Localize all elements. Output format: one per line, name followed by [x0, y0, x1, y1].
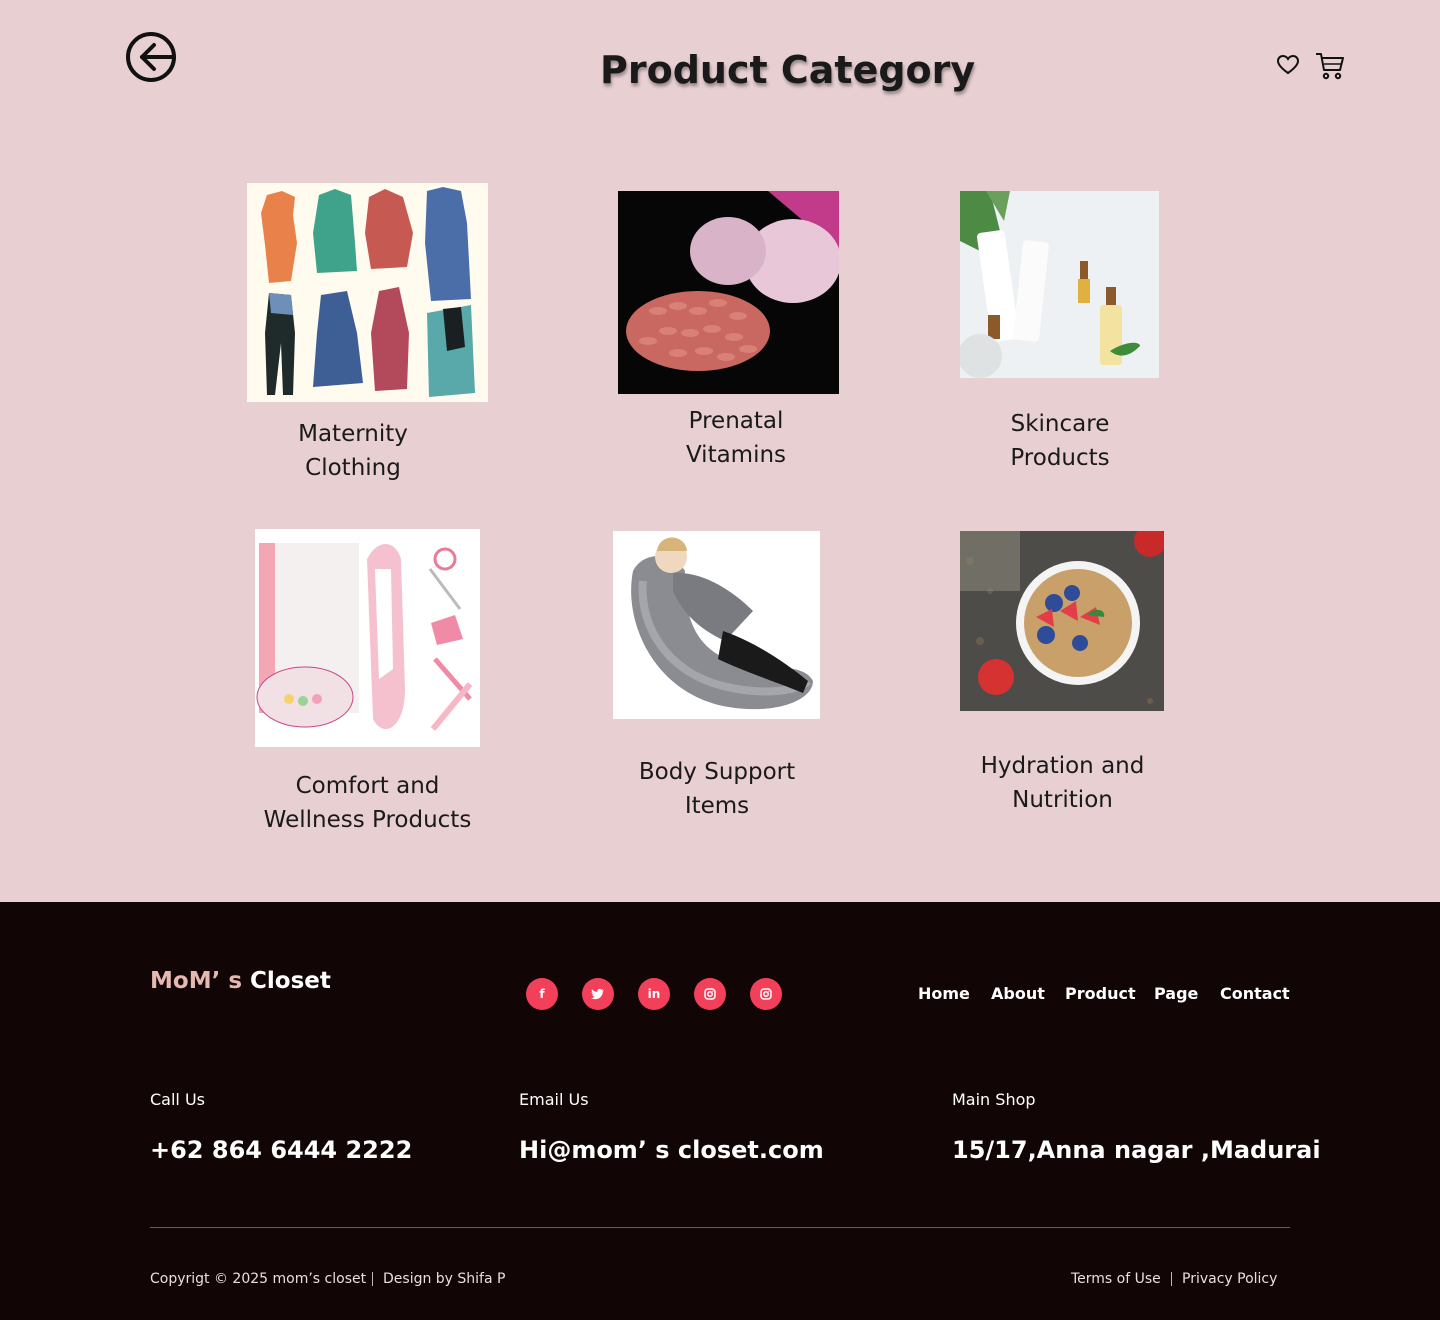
main-shop-value: 15/17,Anna nagar ,Madurai [952, 1136, 1321, 1164]
footer: MoM’ s Closet f in Home About Product Pag… [0, 902, 1440, 1320]
category-label: Comfort and Wellness Products [263, 773, 472, 833]
category-card-hydration-nutrition[interactable]: Hydration and Nutrition [955, 531, 1170, 831]
call-us-label: Call Us [150, 1090, 205, 1109]
maternity-clothing-image [247, 183, 488, 402]
baby-manicure-kit-image [255, 529, 480, 747]
nav-product[interactable]: Product [1065, 984, 1136, 1003]
category-card-body-support[interactable]: Body Support Items [612, 531, 822, 831]
prenatal-vitamins-image [618, 191, 839, 394]
category-label: Hydration and Nutrition [980, 753, 1145, 813]
heart-icon[interactable] [1276, 53, 1300, 77]
separator [372, 1272, 373, 1286]
brand-part1: MoM’ s [150, 968, 243, 994]
instagram-icon-2[interactable] [750, 978, 782, 1010]
nav-home[interactable]: Home [918, 984, 970, 1003]
category-section: Product Category Maternity Clothing Pren… [0, 0, 1440, 902]
skincare-products-image [960, 191, 1159, 378]
category-card-prenatal-vitamins[interactable]: Prenatal Vitamins [600, 191, 860, 481]
call-us-value[interactable]: +62 864 6444 2222 [150, 1136, 412, 1164]
footer-brand[interactable]: MoM’ s Closet [150, 968, 331, 994]
nav-contact[interactable]: Contact [1220, 984, 1290, 1003]
copyright-text: Copyrigt © 2025 mom’s closet [150, 1271, 367, 1287]
privacy-policy-link[interactable]: Privacy Policy [1182, 1271, 1277, 1287]
pregnancy-pillow-image [613, 531, 820, 719]
email-us-label: Email Us [519, 1090, 589, 1109]
footer-divider [150, 1227, 1290, 1228]
nav-page[interactable]: Page [1154, 984, 1198, 1003]
page-title: Product Category [600, 48, 976, 92]
back-arrow-icon[interactable] [124, 30, 178, 84]
separator [1171, 1272, 1172, 1286]
nav-about[interactable]: About [991, 984, 1045, 1003]
cart-icon[interactable] [1315, 52, 1345, 80]
email-us-value[interactable]: Hi@mom’ s closet.com [519, 1136, 824, 1164]
category-label: Body Support Items [638, 759, 796, 819]
main-shop-label: Main Shop [952, 1090, 1036, 1109]
linkedin-icon[interactable]: in [638, 978, 670, 1010]
category-label: Skincare Products [1010, 411, 1110, 471]
facebook-icon[interactable]: f [526, 978, 558, 1010]
instagram-icon[interactable] [694, 978, 726, 1010]
brand-part2: Closet [250, 968, 331, 994]
category-label: Maternity Clothing [298, 421, 408, 481]
category-card-maternity-clothing[interactable]: Maternity Clothing [230, 183, 500, 493]
category-card-comfort-wellness[interactable]: Comfort and Wellness Products [245, 529, 490, 849]
twitter-icon[interactable] [582, 978, 614, 1010]
design-credit: Design by Shifa P [383, 1271, 506, 1287]
terms-of-use-link[interactable]: Terms of Use [1071, 1271, 1161, 1287]
category-card-skincare-products[interactable]: Skincare Products [940, 191, 1180, 481]
category-label: Prenatal Vitamins [685, 408, 787, 468]
fruit-granola-bowl-image [960, 531, 1164, 711]
